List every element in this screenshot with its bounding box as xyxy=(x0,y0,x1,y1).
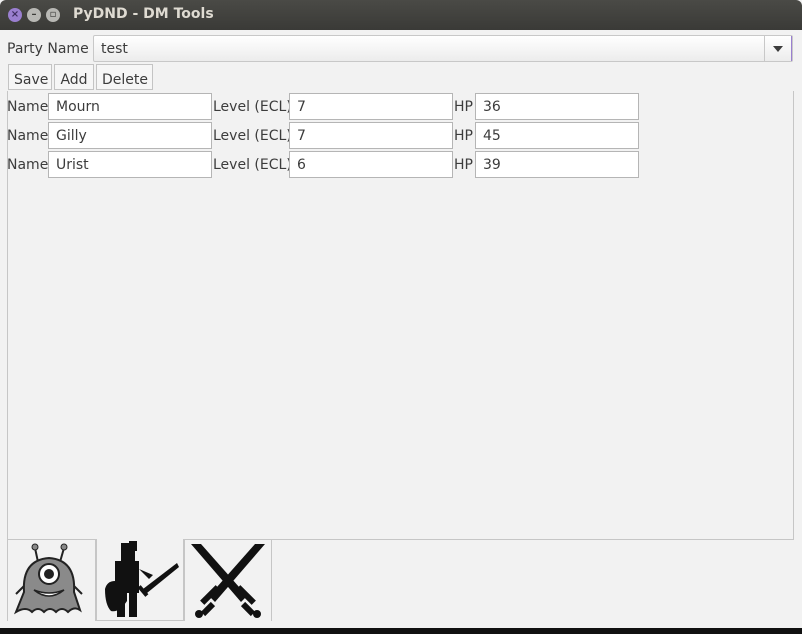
title-bar: × – ▫ PyDND - DM Tools xyxy=(0,0,802,30)
member-name-label: Name xyxy=(7,99,49,115)
party-dropdown-button[interactable] xyxy=(764,36,792,61)
member-name-field[interactable]: Mourn xyxy=(48,93,212,120)
tab-encounters[interactable] xyxy=(184,539,272,621)
member-level-label: Level (ECL) xyxy=(213,157,292,173)
member-level-field[interactable]: 7 xyxy=(289,122,453,149)
delete-button[interactable]: Delete xyxy=(96,64,153,90)
member-level-field[interactable]: 6 xyxy=(289,151,453,178)
member-hp-label: HP xyxy=(454,99,473,115)
minimize-window-button[interactable]: – xyxy=(27,8,41,22)
chevron-down-icon xyxy=(773,46,783,52)
window-title: PyDND - DM Tools xyxy=(73,6,214,22)
member-name-field[interactable]: Urist xyxy=(48,151,212,178)
tab-party[interactable] xyxy=(96,539,184,621)
member-hp-field[interactable]: 45 xyxy=(475,122,639,149)
knight-icon xyxy=(105,541,179,617)
member-level-label: Level (ECL) xyxy=(213,99,292,115)
member-name-field[interactable]: Gilly xyxy=(48,122,212,149)
add-button[interactable]: Add xyxy=(54,64,94,90)
member-level-field[interactable]: 7 xyxy=(289,93,453,120)
monster-icon xyxy=(13,543,83,615)
crossed-swords-icon xyxy=(191,544,265,618)
save-button[interactable]: Save xyxy=(8,64,52,90)
party-name-combobox[interactable]: test xyxy=(93,35,793,62)
party-name-label: Party Name xyxy=(7,41,89,57)
member-hp-label: HP xyxy=(454,128,473,144)
member-level-label: Level (ECL) xyxy=(213,128,292,144)
party-name-value: test xyxy=(101,41,128,57)
bottom-edge xyxy=(0,628,802,634)
member-name-label: Name xyxy=(7,128,49,144)
member-hp-field[interactable]: 39 xyxy=(475,151,639,178)
member-hp-label: HP xyxy=(454,157,473,173)
maximize-window-button[interactable]: ▫ xyxy=(46,8,60,22)
tab-monsters[interactable] xyxy=(7,539,96,621)
member-hp-field[interactable]: 36 xyxy=(475,93,639,120)
member-name-label: Name xyxy=(7,157,49,173)
close-window-button[interactable]: × xyxy=(8,8,22,22)
